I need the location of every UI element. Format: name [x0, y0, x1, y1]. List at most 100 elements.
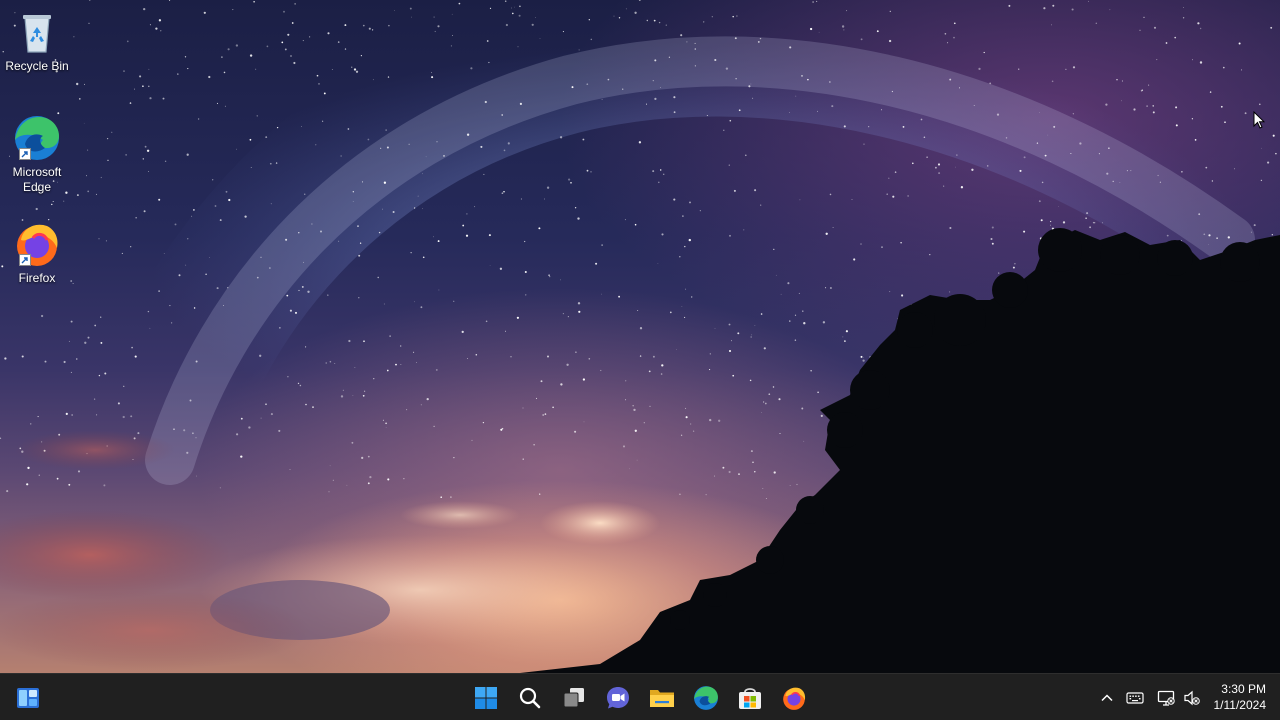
star	[1141, 89, 1144, 91]
star	[84, 83, 85, 85]
network-status-button[interactable]	[1157, 689, 1175, 707]
star	[122, 415, 125, 419]
star	[929, 254, 931, 256]
star	[817, 110, 818, 112]
start-button[interactable]	[471, 683, 501, 713]
star	[1143, 16, 1145, 19]
star	[1089, 226, 1091, 229]
star	[894, 171, 897, 173]
star	[1267, 161, 1270, 164]
star	[383, 303, 385, 305]
star	[227, 48, 230, 51]
star	[385, 129, 387, 131]
star	[77, 470, 81, 473]
star	[361, 181, 364, 183]
star	[648, 370, 651, 373]
clock-time: 3:30 PM	[1221, 682, 1266, 696]
star	[149, 24, 151, 26]
star	[533, 444, 535, 446]
star	[184, 56, 187, 58]
star	[73, 36, 75, 38]
star	[801, 75, 803, 77]
star	[0, 437, 2, 440]
star	[302, 40, 304, 42]
star	[95, 193, 97, 195]
file-explorer-button[interactable]	[647, 683, 677, 713]
star	[352, 201, 354, 202]
star	[711, 16, 713, 18]
star	[729, 119, 732, 122]
star	[689, 201, 691, 204]
star	[482, 421, 485, 424]
star	[754, 471, 756, 473]
star	[4, 357, 7, 360]
star	[485, 320, 488, 323]
star	[63, 200, 65, 202]
star	[842, 336, 844, 338]
star	[106, 137, 109, 140]
store-button[interactable]	[735, 683, 765, 713]
star	[798, 292, 800, 294]
chat-button[interactable]	[603, 683, 633, 713]
star	[544, 413, 547, 415]
star	[762, 401, 765, 403]
edge-taskbar-button[interactable]	[691, 683, 721, 713]
star	[787, 282, 790, 285]
touch-keyboard-button[interactable]	[1126, 689, 1144, 707]
show-hidden-icons-button[interactable]	[1098, 689, 1116, 707]
star	[937, 163, 941, 166]
star	[568, 178, 571, 181]
star	[750, 336, 752, 338]
star	[728, 349, 732, 353]
star	[505, 330, 507, 332]
star	[1148, 84, 1150, 86]
desktop-icon-microsoft-edge[interactable]: Microsoft Edge	[4, 114, 70, 195]
star	[1199, 27, 1202, 30]
star	[368, 27, 371, 30]
star	[817, 391, 819, 394]
search-button[interactable]	[515, 683, 545, 713]
desktop-icon-recycle-bin[interactable]: Recycle Bin	[4, 8, 70, 74]
star	[93, 398, 96, 400]
star	[187, 68, 189, 70]
star	[822, 321, 826, 324]
teams-chat-icon	[607, 687, 629, 709]
star	[193, 209, 195, 211]
star	[567, 316, 569, 318]
star	[912, 162, 914, 165]
star	[143, 7, 146, 11]
star	[649, 405, 651, 408]
star	[253, 0, 255, 3]
star	[1108, 147, 1110, 149]
star	[891, 90, 894, 93]
star	[734, 37, 737, 40]
star	[803, 322, 806, 325]
star	[299, 384, 302, 387]
star	[851, 199, 853, 201]
star	[380, 147, 382, 149]
star	[600, 293, 602, 295]
clock-button[interactable]: 3:30 PM 1/11/2024	[1196, 681, 1267, 713]
search-icon	[519, 687, 541, 709]
star	[135, 217, 137, 219]
star	[406, 409, 408, 411]
star	[684, 245, 686, 248]
firefox-taskbar-button[interactable]	[779, 683, 809, 713]
star	[416, 362, 417, 363]
task-view-button[interactable]	[559, 683, 589, 713]
star	[1112, 180, 1114, 183]
widgets-button[interactable]	[13, 683, 43, 713]
desktop-icon-firefox[interactable]: Firefox	[4, 220, 70, 286]
star	[761, 412, 763, 413]
star	[484, 100, 487, 104]
star	[923, 136, 926, 138]
star	[773, 471, 776, 474]
edge-icon	[694, 686, 718, 710]
star	[76, 194, 79, 197]
star	[87, 149, 89, 151]
star	[489, 265, 491, 267]
star	[1156, 59, 1158, 61]
star	[709, 369, 711, 371]
star	[662, 173, 665, 176]
star	[475, 353, 478, 356]
